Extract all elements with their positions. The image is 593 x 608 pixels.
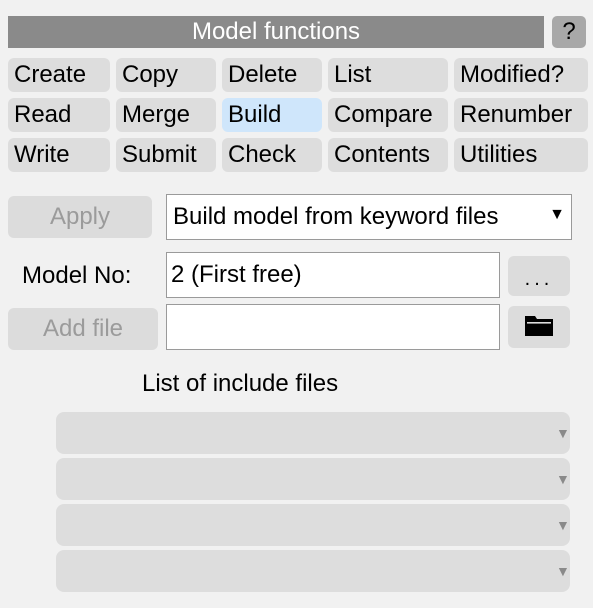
include-file-row[interactable] (56, 412, 570, 454)
tab-utilities[interactable]: Utilities (454, 138, 588, 172)
include-file-row[interactable] (56, 504, 570, 546)
include-files-heading: List of include files (142, 370, 339, 397)
tab-list[interactable]: List (328, 58, 448, 92)
dropdown-arrow-icon: ▼ (556, 425, 570, 441)
model-select-button[interactable]: ... (508, 256, 570, 296)
tab-read[interactable]: Read (8, 98, 110, 132)
apply-button[interactable]: Apply (8, 196, 152, 238)
tab-renumber[interactable]: Renumber (454, 98, 588, 132)
folder-icon (524, 313, 554, 342)
model-no-input[interactable]: 2 (First free) (166, 252, 500, 298)
add-file-button[interactable]: Add file (8, 308, 158, 350)
tab-build[interactable]: Build (222, 98, 322, 132)
tab-merge[interactable]: Merge (116, 98, 216, 132)
tab-delete[interactable]: Delete (222, 58, 322, 92)
dropdown-arrow-icon: ▼ (556, 563, 570, 579)
model-no-label: Model No: (22, 262, 132, 289)
panel-title: Model functions (8, 16, 544, 48)
help-button[interactable]: ? (552, 16, 586, 48)
tab-write[interactable]: Write (8, 138, 110, 172)
tab-contents[interactable]: Contents (328, 138, 448, 172)
tab-compare[interactable]: Compare (328, 98, 448, 132)
include-file-row[interactable] (56, 550, 570, 592)
tab-check[interactable]: Check (222, 138, 322, 172)
tab-create[interactable]: Create (8, 58, 110, 92)
dropdown-arrow-icon: ▼ (549, 206, 565, 223)
tab-submit[interactable]: Submit (116, 138, 216, 172)
dropdown-arrow-icon: ▼ (556, 471, 570, 487)
build-mode-select[interactable]: Build model from keyword files ▼ (166, 194, 572, 240)
browse-folder-button[interactable] (508, 306, 570, 348)
build-mode-value: Build model from keyword files (173, 203, 499, 230)
include-file-row[interactable] (56, 458, 570, 500)
dropdown-arrow-icon: ▼ (556, 517, 570, 533)
file-path-input[interactable] (166, 304, 500, 350)
tab-copy[interactable]: Copy (116, 58, 216, 92)
tab-modified[interactable]: Modified? (454, 58, 588, 92)
